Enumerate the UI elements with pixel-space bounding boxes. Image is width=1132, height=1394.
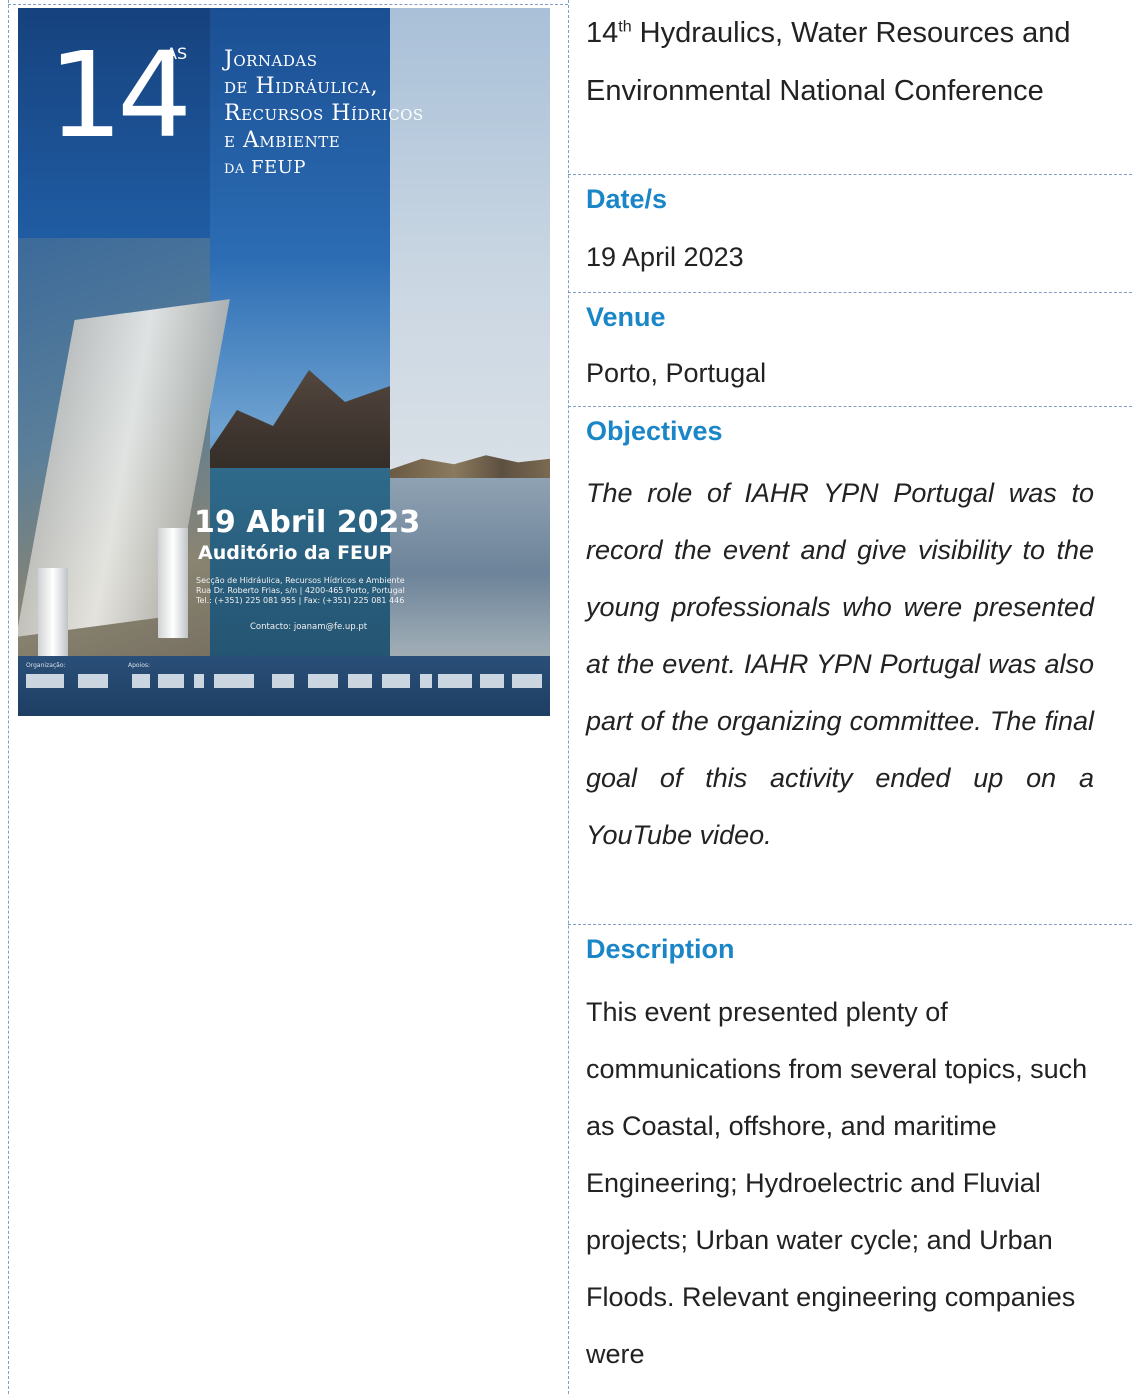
venue-label: Venue	[586, 302, 666, 332]
poster-edition-suffix: AS	[166, 44, 188, 63]
row-divider-objectives	[568, 924, 1132, 925]
date-value: 19 April 2023	[586, 242, 744, 272]
poster-date: 19 Abril 2023	[194, 505, 421, 540]
sponsor-logo	[272, 674, 294, 688]
sponsor-logo	[158, 674, 184, 688]
event-title-line: 14th Hydraulics, Water Resources and	[586, 4, 1094, 62]
sponsor-logo	[438, 674, 472, 688]
sponsor-logo	[308, 674, 338, 688]
sponsor-logo	[382, 674, 410, 688]
sponsor-logo	[194, 674, 204, 688]
poster-contact: Contacto: joanam@fe.up.pt	[250, 622, 368, 632]
venue-value: Porto, Portugal	[586, 358, 767, 388]
poster-title: Jornadas de Hidráulica, Recursos Hídrico…	[224, 46, 424, 181]
row-divider-title	[568, 174, 1132, 175]
sponsor-logo	[132, 674, 150, 688]
table-column-divider	[568, 0, 569, 1394]
objectives-value: The role of IAHR YPN Portugal was to rec…	[586, 478, 1094, 850]
sponsor-logo	[348, 674, 372, 688]
poster-address-line: Secção de Hidráulica, Recursos Hídricos …	[196, 576, 405, 585]
poster-title-line: da FEUP	[224, 157, 306, 178]
poster-address-line: Rua Dr. Roberto Frias, s/n | 4200-465 Po…	[196, 586, 405, 595]
poster-intake-tower	[158, 528, 188, 638]
event-title-ordinal: th	[618, 18, 632, 36]
sponsor-logo	[480, 674, 504, 688]
shrha-logo	[78, 674, 108, 688]
event-title-text: Hydraulics, Water Resources and	[631, 17, 1071, 49]
poster-title-line: Jornadas	[224, 47, 318, 72]
poster-venue: Auditório da FEUP	[198, 542, 393, 564]
porto-logo	[26, 674, 64, 688]
conference-poster-image: 14 AS Jornadas de Hidráulica, Recursos H…	[18, 8, 550, 716]
sponsor-logo	[214, 674, 254, 688]
description-label: Description	[586, 934, 735, 964]
document-page: 14 AS Jornadas de Hidráulica, Recursos H…	[0, 0, 1132, 1394]
poster-address-line: Tel.: (+351) 225 081 955 | Fax: (+351) 2…	[196, 596, 405, 605]
table-left-border	[8, 0, 9, 1394]
poster-support-label: Apoios:	[128, 662, 151, 669]
table-top-border-left	[8, 4, 568, 5]
description-value: This event presented plenty of communica…	[586, 997, 1088, 1369]
event-title: 14th Hydraulics, Water Resources and Env…	[586, 4, 1094, 120]
sponsor-logo	[420, 674, 432, 688]
poster-title-line: Recursos Hídricos	[224, 101, 424, 126]
poster-logo-strip: Organização: Apoios:	[18, 656, 550, 716]
event-title-number: 14	[586, 17, 619, 49]
poster-title-line: e Ambiente	[224, 128, 341, 153]
row-divider-date	[568, 292, 1132, 293]
event-title-line: Environmental National Conference	[586, 75, 1044, 107]
date-label: Date/s	[586, 184, 668, 214]
poster-organizers-label: Organização:	[26, 662, 66, 669]
row-divider-venue	[568, 406, 1132, 407]
imdc-logo	[512, 674, 542, 688]
poster-address: Secção de Hidráulica, Recursos Hídricos …	[196, 576, 416, 606]
poster-title-line: de Hidráulica,	[224, 74, 379, 99]
objectives-label: Objectives	[586, 416, 723, 446]
